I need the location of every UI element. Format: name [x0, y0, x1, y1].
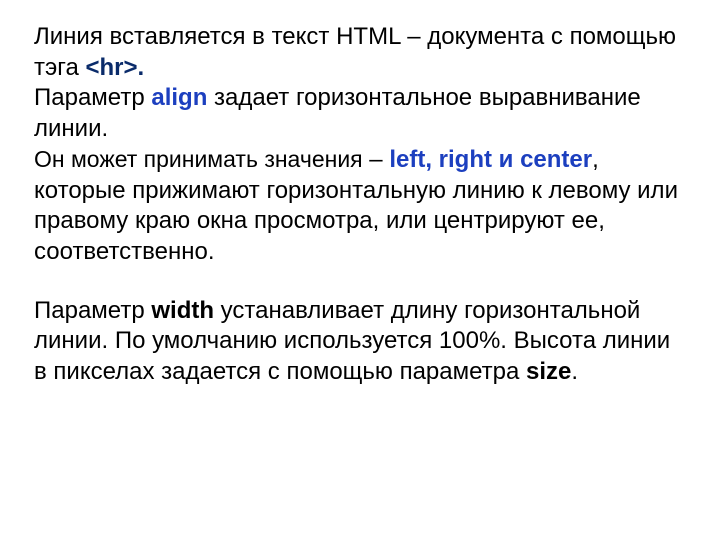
- keyword-width: width: [151, 297, 214, 324]
- align-values: left, right и center: [389, 146, 592, 173]
- paragraph-gap: [34, 268, 686, 296]
- text: .: [571, 358, 578, 385]
- text: Параметр: [34, 84, 151, 111]
- paragraph-align-values: Он может принимать значения – left, righ…: [34, 145, 686, 268]
- text: Параметр: [34, 297, 151, 324]
- paragraph-hr-intro: Линия вставляется в текст HTML – докумен…: [34, 22, 686, 145]
- keyword-size: size: [526, 358, 571, 385]
- paragraph-width-size: Параметр width устанавливает длину гориз…: [34, 296, 686, 388]
- keyword-align: align: [151, 84, 207, 111]
- text: Он может принимать значения: [34, 146, 363, 172]
- hr-tag-literal: <hr>.: [85, 54, 144, 81]
- dash: –: [363, 146, 390, 173]
- document-body: Линия вставляется в текст HTML – докумен…: [0, 0, 720, 388]
